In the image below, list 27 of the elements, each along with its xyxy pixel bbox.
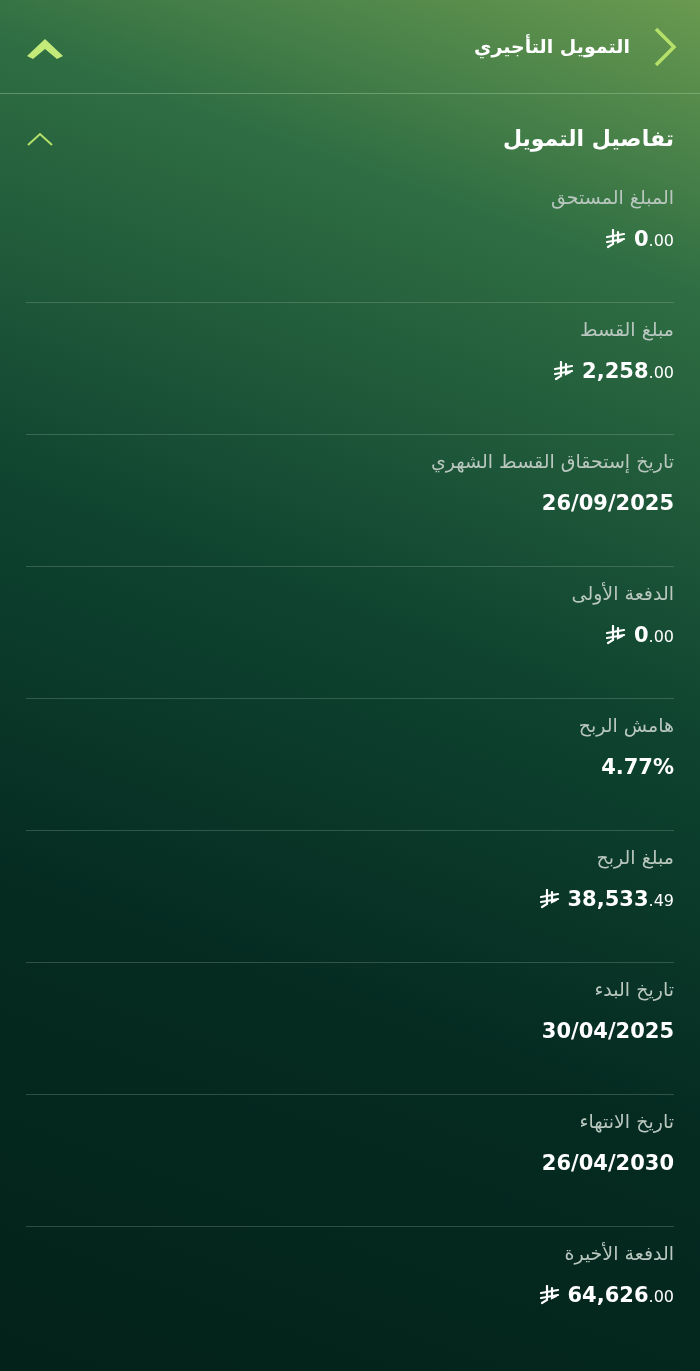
- amount-value: 0.00: [633, 621, 674, 649]
- field-label: هامش الربح: [577, 713, 674, 739]
- amount-value: 0.00: [633, 225, 674, 253]
- currency-icon: [605, 229, 626, 250]
- field-label: تاريخ الانتهاء: [578, 1109, 674, 1135]
- page-title: التمويل التأجيري: [474, 33, 630, 61]
- field-label: مبلغ القسط: [578, 317, 674, 343]
- field-value: 26/09/2025: [541, 489, 674, 517]
- currency-icon: [539, 889, 560, 910]
- field-label: تاريخ إستحقاق القسط الشهري: [429, 449, 674, 475]
- field-value: 4.77%: [601, 753, 674, 781]
- amount-value: 38,533.49: [567, 885, 674, 913]
- field-label: المبلغ المستحق: [549, 185, 674, 211]
- currency-icon: [605, 625, 626, 646]
- currency-icon: [554, 361, 575, 382]
- section-title[interactable]: تفاصيل التمويل: [502, 122, 674, 155]
- amount-value: 64,626.00: [567, 1281, 674, 1309]
- field-label: الدفعة الأخيرة: [563, 1241, 674, 1267]
- back-icon[interactable]: [652, 26, 678, 67]
- amount-value: 2,258.00: [582, 357, 674, 385]
- caret-icon[interactable]: [26, 130, 54, 147]
- field-value: 26/04/2030: [541, 1149, 674, 1177]
- field-label: مبلغ الربح: [595, 845, 674, 871]
- field-label: تاريخ البدء: [593, 977, 674, 1003]
- field-label: الدفعة الأولى: [570, 581, 674, 607]
- currency-icon: [539, 1285, 560, 1306]
- field-value: 30/04/2025: [541, 1017, 674, 1045]
